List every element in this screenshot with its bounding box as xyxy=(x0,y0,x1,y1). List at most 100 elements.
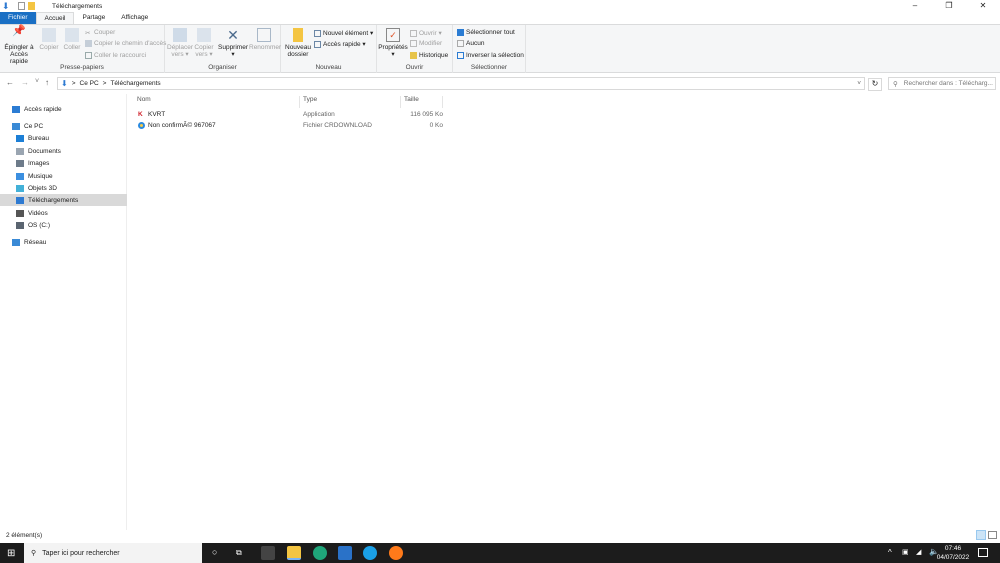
copy-to-button[interactable]: Copier vers ▾ xyxy=(193,28,215,58)
move-to-button[interactable]: Déplacer vers ▾ xyxy=(167,28,193,58)
group-label: Presse-papiers xyxy=(60,64,104,71)
invert-selection-icon xyxy=(457,52,464,59)
search-placeholder: Rechercher dans : Télécharg... xyxy=(903,80,993,87)
refresh-button[interactable]: ↻ xyxy=(868,78,882,91)
group-label: Ouvrir xyxy=(405,64,424,71)
mail-icon[interactable] xyxy=(338,546,352,560)
paste-shortcut-icon xyxy=(85,52,92,59)
new-folder-button[interactable]: Nouveau dossier xyxy=(285,28,311,58)
notifications-icon[interactable] xyxy=(978,548,988,557)
tab-affichage[interactable]: Affichage xyxy=(113,12,156,24)
file-explorer-icon[interactable] xyxy=(287,546,301,560)
store-icon[interactable] xyxy=(261,546,275,560)
taskbar-search-box[interactable]: ⚲ Taper ici pour rechercher xyxy=(24,543,202,563)
sidebar-item-r-seau[interactable]: Réseau xyxy=(0,236,127,248)
quick-access-button[interactable]: Accès rapide ▾ xyxy=(314,40,366,48)
sidebar-item-musique[interactable]: Musique xyxy=(0,170,127,182)
large-icons-view-button[interactable] xyxy=(988,531,997,539)
cut-button[interactable]: ✂ Couper xyxy=(85,29,115,37)
minimize-button[interactable]: – xyxy=(898,0,932,12)
properties-qat-icon[interactable] xyxy=(18,2,25,10)
sidebar-item-images[interactable]: Images xyxy=(0,157,127,169)
delete-x-icon: ✕ xyxy=(227,27,239,43)
edit-button[interactable]: Modifier xyxy=(410,40,442,47)
group-label: Organiser xyxy=(208,64,237,71)
properties-label: Propriétés xyxy=(378,44,408,51)
details-view-button[interactable] xyxy=(976,530,986,540)
windows-start-icon[interactable]: ⊞ xyxy=(7,548,15,559)
column-header-type[interactable]: Type xyxy=(300,96,401,108)
open-label: Ouvrir ▾ xyxy=(419,30,442,37)
folder-qat-icon[interactable] xyxy=(28,2,35,10)
network-icon xyxy=(12,238,20,246)
invert-selection-button[interactable]: Inverser la sélection xyxy=(457,52,524,59)
copy-button[interactable]: Copier xyxy=(38,28,60,51)
tab-partage[interactable]: Partage xyxy=(74,12,113,24)
show-hidden-icons-icon[interactable]: ^ xyxy=(888,548,892,557)
back-button[interactable]: ← xyxy=(6,78,14,87)
select-all-button[interactable]: Sélectionner tout xyxy=(457,29,515,36)
tab-fichier[interactable]: Fichier xyxy=(0,12,36,24)
cortana-icon[interactable]: ○ xyxy=(212,547,217,557)
delete-button[interactable]: ✕ Supprimer ▾ xyxy=(218,28,248,58)
new-item-label: Nouvel élément ▾ xyxy=(323,30,374,37)
sidebar-item-objets-3d[interactable]: Objets 3D xyxy=(0,182,127,194)
address-bar-row: ← → ˅ ↑ ⬇ > Ce PC > Téléchargements ˅ ↻ … xyxy=(0,76,1000,92)
history-icon xyxy=(410,52,417,59)
star-icon xyxy=(12,105,20,113)
sidebar-item-t-l-chargements[interactable]: Téléchargements xyxy=(0,194,127,206)
history-button[interactable]: Historique xyxy=(410,52,448,59)
task-view-icon[interactable]: ⧉ xyxy=(236,548,242,558)
skype-icon[interactable] xyxy=(363,546,377,560)
properties-button[interactable]: ✓ Propriétés ▾ xyxy=(378,28,408,58)
forward-button[interactable]: → xyxy=(21,78,29,87)
recent-locations-button[interactable]: ˅ xyxy=(35,78,39,85)
paste-shortcut-label: Coller le raccourci xyxy=(94,52,147,59)
sidebar-item-os-c-[interactable]: OS (C:) xyxy=(0,219,127,231)
sidebar-item-label: Documents xyxy=(28,147,61,155)
new-item-button[interactable]: Nouvel élément ▾ xyxy=(314,29,373,37)
sidebar-item-vid-os[interactable]: Vidéos xyxy=(0,207,127,219)
paste-shortcut-button[interactable]: Coller le raccourci xyxy=(85,52,146,59)
copy-path-button[interactable]: Copier le chemin d'accès xyxy=(85,40,166,47)
close-button[interactable]: ✕ xyxy=(966,0,1000,12)
column-header-nom[interactable]: Nom xyxy=(133,96,300,108)
document-icon xyxy=(16,147,24,155)
group-presse-papiers: 📌 Épingler à Accès rapide Copier Coller … xyxy=(0,25,166,73)
sidebar-item-documents[interactable]: Documents xyxy=(0,145,127,157)
up-button[interactable]: ↑ xyxy=(45,78,49,87)
title-bar: ⬇ Téléchargements – ❐ ✕ xyxy=(0,0,1000,12)
search-icon: ⚲ xyxy=(31,550,37,557)
select-none-button[interactable]: Aucun xyxy=(457,40,484,47)
sidebar-item-acc-s-rapide[interactable]: Accès rapide xyxy=(0,103,127,115)
rename-button[interactable]: Renommer xyxy=(249,28,281,51)
properties-check-icon: ✓ xyxy=(386,28,400,42)
pin-label-1: Épingler à xyxy=(4,44,34,51)
firefox-icon[interactable] xyxy=(389,546,403,560)
pin-quick-access-button[interactable]: 📌 Épingler à Accès rapide xyxy=(3,26,35,66)
address-dropdown-button[interactable]: ˅ xyxy=(857,80,861,87)
network-icon[interactable]: ◢ xyxy=(916,548,921,556)
file-row[interactable]: K KVRT Application 116 095 Ko xyxy=(133,111,453,121)
copy-icon xyxy=(42,28,56,42)
clock-date[interactable]: 04/07/2022 xyxy=(936,554,970,561)
column-header-taille[interactable]: Taille xyxy=(401,96,443,108)
copy-to-icon xyxy=(197,28,211,42)
maximize-button[interactable]: ❐ xyxy=(932,0,966,12)
copy-label: Copier xyxy=(39,44,59,51)
meet-now-icon[interactable]: ▣ xyxy=(902,548,909,556)
breadcrumb-ce-pc[interactable]: Ce PC xyxy=(80,80,99,87)
folder-icon xyxy=(293,28,303,42)
edge-icon[interactable] xyxy=(313,546,327,560)
sidebar-item-ce-pc[interactable]: Ce PC xyxy=(0,120,127,132)
tab-accueil[interactable]: Accueil xyxy=(35,12,75,24)
clock-time[interactable]: 07:46 xyxy=(938,545,968,552)
address-bar[interactable]: ⬇ > Ce PC > Téléchargements ˅ xyxy=(57,77,865,90)
sidebar-item-label: Ce PC xyxy=(24,122,44,130)
paste-button[interactable]: Coller xyxy=(61,28,83,51)
file-row[interactable]: Non confirmÃ© 967067 Fichier CRDOWNLOAD … xyxy=(133,122,453,132)
breadcrumb-telechargements[interactable]: Téléchargements xyxy=(110,80,160,87)
sidebar-item-bureau[interactable]: Bureau xyxy=(0,132,127,144)
open-button[interactable]: Ouvrir ▾ xyxy=(410,29,442,37)
search-input[interactable]: ⚲ Rechercher dans : Télécharg... xyxy=(888,77,996,90)
